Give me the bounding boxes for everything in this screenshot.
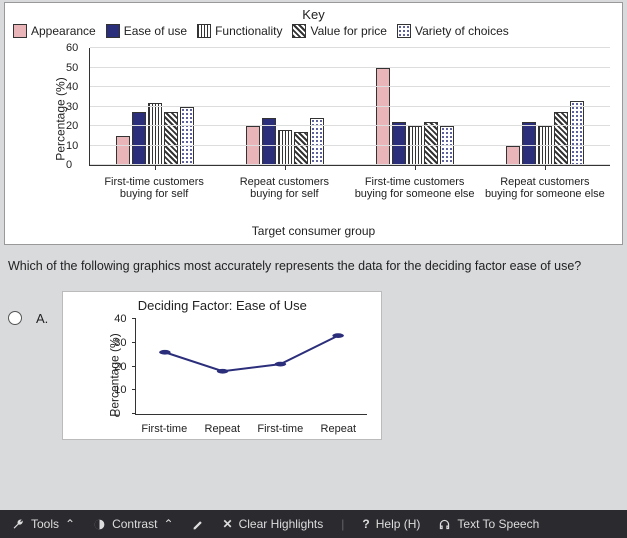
bar (376, 68, 390, 166)
bar (148, 103, 162, 165)
bar (506, 146, 520, 165)
tts-label: Text To Speech (457, 517, 539, 531)
bar (554, 112, 568, 165)
line-chart: Percentage (%) 010203040 First-timeRepea… (113, 315, 373, 435)
legend-label: Value for price (310, 24, 386, 38)
y-tick: 50 (66, 62, 78, 74)
bottom-toolbar: Tools ⌃ Contrast ⌃ ✕ Clear Highlights | … (0, 510, 627, 538)
x-tick-label: Repeat customers buying for self (219, 176, 349, 200)
contrast-icon (93, 518, 106, 531)
bar (570, 101, 584, 165)
line-x-labels: First-timeRepeatFirst-timeRepeat (135, 423, 367, 435)
y-tick: 30 (66, 101, 78, 113)
contrast-label: Contrast (112, 517, 157, 531)
headphones-icon (438, 518, 451, 531)
bar (294, 132, 308, 165)
help-label: Help (H) (376, 517, 421, 531)
clear-highlights-button[interactable]: ✕ Clear Highlights (223, 517, 324, 531)
bar-chart-panel: Key Appearance Ease of use Functionality… (4, 2, 623, 245)
legend-item-functionality: Functionality (197, 24, 282, 38)
legend-label: Ease of use (124, 24, 187, 38)
bar (180, 107, 194, 166)
y-tick: 30 (114, 337, 126, 349)
y-tick: 10 (66, 140, 78, 152)
y-tick: 40 (66, 81, 78, 93)
y-tick: 20 (66, 120, 78, 132)
radio-option-a[interactable] (8, 311, 22, 325)
x-tick-label: First-time customers buying for someone … (350, 176, 480, 200)
y-tick: 10 (114, 384, 126, 396)
y-tick: 40 (114, 313, 126, 325)
answer-option-a[interactable]: A. Deciding Factor: Ease of Use Percenta… (8, 291, 619, 440)
bar (164, 112, 178, 165)
separator: | (341, 517, 344, 531)
question-text: Which of the following graphics most acc… (8, 259, 619, 273)
swatch-value-icon (292, 24, 306, 38)
legend-item-appearance: Appearance (13, 24, 96, 38)
y-tick: 0 (66, 159, 72, 171)
line-chart-panel: Deciding Factor: Ease of Use Percentage … (62, 291, 382, 440)
y-tick: 0 (114, 408, 120, 420)
legend: Appearance Ease of use Functionality Val… (13, 24, 614, 38)
bar (132, 112, 146, 165)
legend-label: Appearance (31, 24, 96, 38)
tools-label: Tools (31, 517, 59, 531)
x-tick-label: Repeat customers buying for someone else (480, 176, 610, 200)
x-tick-label: First-time customers buying for self (89, 176, 219, 200)
highlighter-icon (192, 518, 205, 531)
x-tick-label: Repeat (309, 423, 367, 435)
line-path (136, 319, 367, 414)
option-letter: A. (36, 311, 48, 326)
swatch-variety-icon (397, 24, 411, 38)
x-tick-label: First-time (135, 423, 193, 435)
legend-label: Variety of choices (415, 24, 509, 38)
wrench-icon (12, 518, 25, 531)
help-button[interactable]: ? Help (H) (362, 517, 420, 531)
line-chart-title: Deciding Factor: Ease of Use (71, 298, 373, 313)
legend-title: Key (13, 7, 614, 22)
line-plot-area: 010203040 (135, 319, 367, 415)
bar-x-labels: First-time customers buying for selfRepe… (89, 176, 610, 200)
chevron-up-icon: ⌃ (163, 517, 173, 531)
question-icon: ? (362, 517, 369, 531)
swatch-appearance-icon (13, 24, 27, 38)
legend-item-variety: Variety of choices (397, 24, 509, 38)
bar-plot-area: 0102030405060 (89, 48, 610, 166)
bar (116, 136, 130, 165)
bar-chart: Percentage (%) 0102030405060 First-time … (63, 44, 614, 194)
legend-item-ease: Ease of use (106, 24, 187, 38)
clear-label: Clear Highlights (239, 517, 324, 531)
highlighter-button[interactable] (192, 518, 205, 531)
legend-item-value: Value for price (292, 24, 386, 38)
y-tick: 20 (114, 361, 126, 373)
swatch-functionality-icon (197, 24, 211, 38)
close-icon: ✕ (223, 517, 233, 531)
y-tick: 60 (66, 42, 78, 54)
bar (278, 130, 292, 165)
contrast-button[interactable]: Contrast ⌃ (93, 517, 173, 531)
x-tick-label: Repeat (193, 423, 251, 435)
text-to-speech-button[interactable]: Text To Speech (438, 517, 539, 531)
x-tick-label: First-time (251, 423, 309, 435)
legend-label: Functionality (215, 24, 282, 38)
bar-x-axis-title: Target consumer group (13, 224, 614, 238)
chevron-up-icon: ⌃ (65, 517, 75, 531)
tools-button[interactable]: Tools ⌃ (12, 517, 75, 531)
swatch-ease-icon (106, 24, 120, 38)
